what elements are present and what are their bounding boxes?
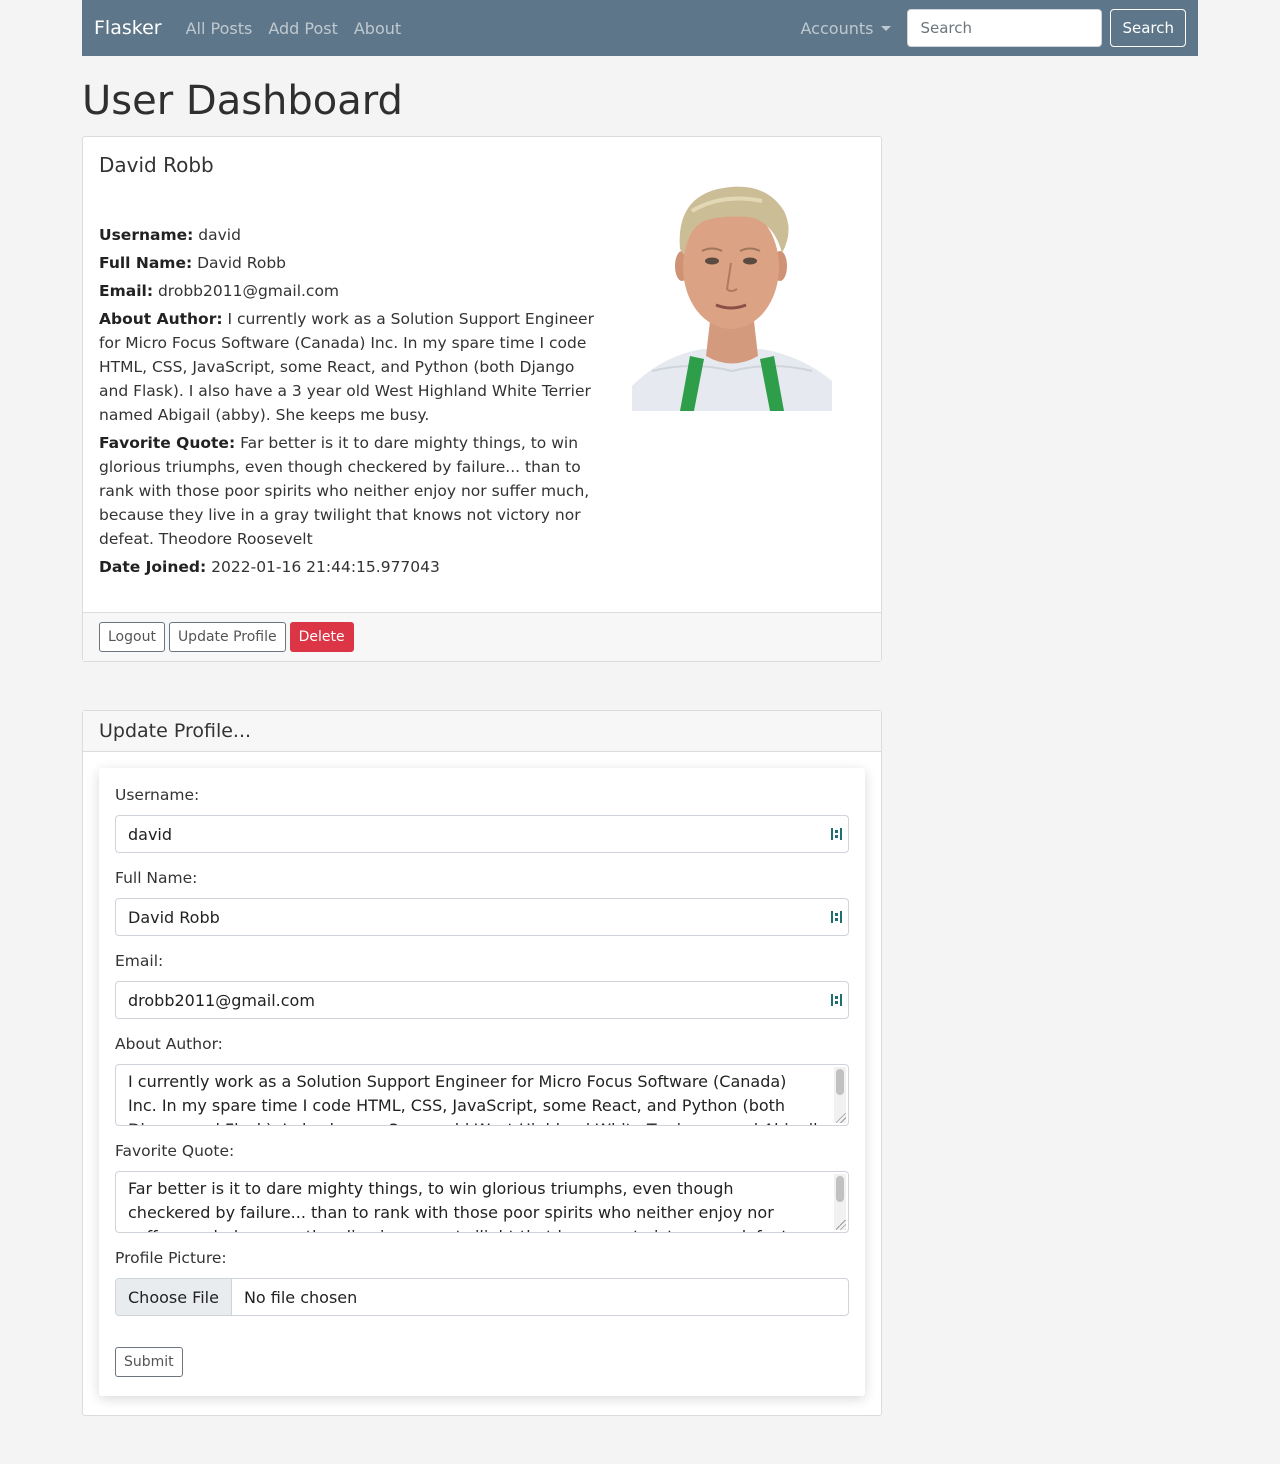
username-group: Username: david — [115, 784, 849, 853]
fullname-group: Full Name: David Robb — [115, 867, 849, 936]
field-email: Email: drobb2011@gmail.com — [99, 279, 599, 303]
search-input[interactable] — [907, 9, 1103, 47]
profile-picture — [632, 171, 832, 411]
resize-grip-icon[interactable] — [836, 1220, 846, 1230]
field-date-joined: Date Joined: 2022-01-16 21:44:15.977043 — [99, 555, 599, 579]
password-manager-icon[interactable] — [830, 910, 844, 924]
quote-value: Far better is it to dare mighty things, … — [128, 1179, 793, 1232]
field-value: David Robb — [197, 254, 287, 272]
username-value: david — [128, 824, 173, 844]
update-profile-form: Username: david Full Name: David Robb Em… — [99, 768, 865, 1396]
accounts-dropdown[interactable]: Accounts — [801, 19, 892, 38]
navbar: Flasker All Posts Add Post About Account… — [82, 0, 1198, 56]
field-about-author: About Author: I currently work as a Solu… — [99, 307, 599, 427]
nav-link-add-post[interactable]: Add Post — [268, 19, 338, 38]
field-label: Username: — [99, 226, 194, 244]
profile-picture-column — [599, 153, 865, 583]
field-value: 2022-01-16 21:44:15.977043 — [211, 558, 440, 576]
about-textarea[interactable]: I currently work as a Solution Support E… — [115, 1064, 849, 1126]
username-input[interactable]: david — [115, 815, 849, 853]
picture-group: Profile Picture: Choose File No file cho… — [115, 1247, 849, 1316]
password-manager-icon[interactable] — [830, 993, 844, 1007]
choose-file-button[interactable]: Choose File — [116, 1279, 232, 1315]
email-group: Email: drobb2011@gmail.com — [115, 950, 849, 1019]
quote-textarea[interactable]: Far better is it to dare mighty things, … — [115, 1171, 849, 1233]
scroll-thumb[interactable] — [836, 1176, 844, 1202]
profile-card-footer: Logout Update Profile Delete — [83, 612, 881, 661]
chevron-down-icon — [881, 25, 892, 31]
delete-button[interactable]: Delete — [289, 622, 354, 652]
file-status: No file chosen — [243, 1287, 358, 1307]
field-username: Username: david — [99, 223, 599, 247]
field-label: Full Name: — [99, 254, 193, 272]
fullname-input[interactable]: David Robb — [115, 898, 849, 936]
nav-link-all-posts[interactable]: All Posts — [186, 19, 253, 38]
field-label: About Author: — [99, 310, 223, 328]
profile-picture-input[interactable]: Choose File No file chosen — [115, 1278, 849, 1316]
email-label: Email: — [115, 952, 164, 970]
field-full-name: Full Name: David Robb — [99, 251, 599, 275]
about-label: About Author: — [115, 1035, 223, 1053]
profile-name: David Robb — [99, 153, 214, 177]
profile-card: David Robb Username: david Full Name: Da… — [82, 136, 882, 662]
logout-button[interactable]: Logout — [99, 622, 165, 652]
fullname-value: David Robb — [128, 907, 220, 927]
field-favorite-quote: Favorite Quote: Far better is it to dare… — [99, 431, 599, 551]
field-label: Email: — [99, 282, 154, 300]
update-profile-header: Update Profile... — [83, 711, 881, 752]
profile-card-body: David Robb Username: david Full Name: Da… — [83, 137, 881, 599]
email-input[interactable]: drobb2011@gmail.com — [115, 981, 849, 1019]
nav-link-about[interactable]: About — [354, 19, 401, 38]
field-value: david — [198, 226, 241, 244]
picture-label: Profile Picture: — [115, 1249, 227, 1267]
brand-link[interactable]: Flasker — [94, 17, 162, 39]
profile-info: David Robb Username: david Full Name: Da… — [99, 153, 599, 583]
quote-label: Favorite Quote: — [115, 1142, 235, 1160]
password-manager-icon[interactable] — [830, 827, 844, 841]
accounts-label: Accounts — [800, 18, 874, 38]
fullname-label: Full Name: — [115, 869, 198, 887]
about-group: About Author: I currently work as a Solu… — [115, 1033, 849, 1126]
page-title: User Dashboard — [82, 78, 403, 124]
update-profile-card: Update Profile... Username: david Full N… — [82, 710, 882, 1416]
submit-button[interactable]: Submit — [115, 1347, 183, 1377]
email-value: drobb2011@gmail.com — [128, 990, 315, 1010]
quote-group: Favorite Quote: Far better is it to dare… — [115, 1140, 849, 1233]
avatar-photo — [632, 171, 832, 411]
search-button[interactable]: Search — [1110, 9, 1186, 47]
resize-grip-icon[interactable] — [836, 1113, 846, 1123]
about-value: I currently work as a Solution Support E… — [128, 1072, 818, 1125]
username-label: Username: — [115, 786, 200, 804]
update-profile-button[interactable]: Update Profile — [168, 622, 286, 652]
field-label: Date Joined: — [99, 558, 207, 576]
scroll-thumb[interactable] — [836, 1069, 844, 1095]
field-value: drobb2011@gmail.com — [157, 282, 340, 300]
field-label: Favorite Quote: — [99, 434, 236, 452]
